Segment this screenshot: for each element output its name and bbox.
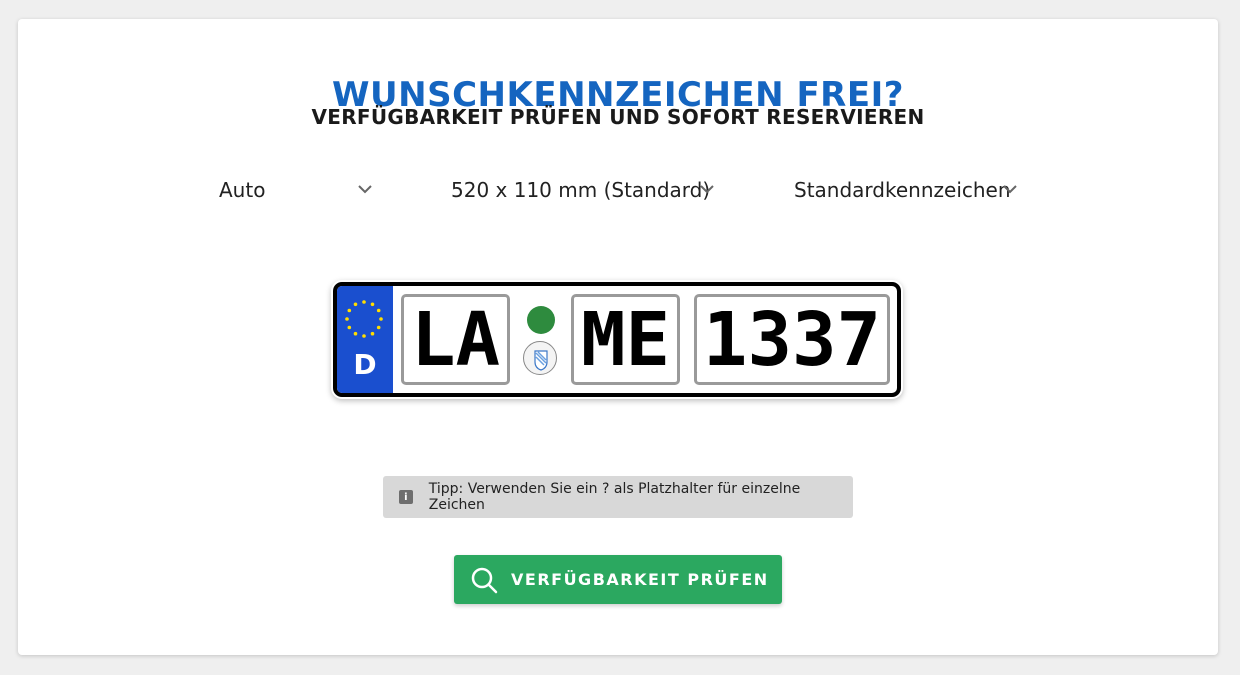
search-card: WUNSCHKENNZEICHEN FREI? VERFÜGBARKEIT PR… [18, 19, 1218, 655]
numbers-field[interactable]: 1337 [694, 294, 890, 385]
tip-box: i Tipp: Verwenden Sie ein ? als Platzhal… [383, 476, 853, 518]
state-seal-icon [523, 341, 557, 375]
check-availability-button[interactable]: VERFÜGBARKEIT PRÜFEN [454, 555, 782, 604]
search-icon [471, 567, 498, 593]
country-code: D [353, 348, 377, 381]
size-select-value: 520 x 110 mm (Standard) [451, 178, 711, 202]
chevron-down-icon [700, 185, 714, 194]
page-subtitle: VERFÜGBARKEIT PRÜFEN UND SOFORT RESERVIE… [311, 105, 925, 129]
size-select[interactable]: 520 x 110 mm (Standard) [451, 175, 716, 205]
license-plate: D LA ME 1337 [333, 282, 901, 397]
vehicle-select[interactable]: Auto [219, 175, 375, 205]
eu-band: D [337, 286, 393, 393]
district-field[interactable]: LA [401, 294, 510, 385]
letters-field[interactable]: ME [571, 294, 680, 385]
chevron-down-icon [1003, 185, 1017, 194]
vehicle-select-value: Auto [219, 178, 266, 202]
info-icon: i [399, 490, 413, 504]
plate-type-select[interactable]: Standardkennzeichen [794, 175, 1044, 205]
eu-stars-icon [345, 300, 383, 338]
plate-type-select-value: Standardkennzeichen [794, 178, 1011, 202]
inspection-seal-icon [527, 306, 555, 334]
check-availability-label: VERFÜGBARKEIT PRÜFEN [511, 570, 769, 589]
tip-text: Tipp: Verwenden Sie ein ? als Platzhalte… [428, 481, 801, 513]
chevron-down-icon [358, 185, 372, 194]
